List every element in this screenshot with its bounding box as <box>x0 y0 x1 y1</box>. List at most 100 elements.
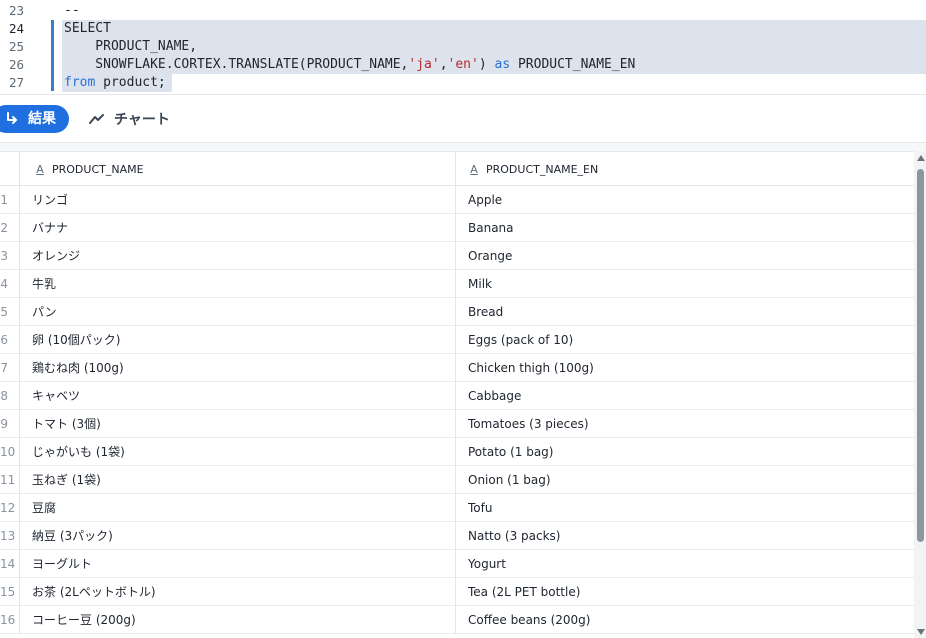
cell-product-name-en[interactable]: Tomatoes (3 pieces) <box>456 410 914 438</box>
cell-product-name-en[interactable]: Natto (3 packs) <box>456 522 914 550</box>
column-header-product-name[interactable]: A PRODUCT_NAME <box>20 152 456 186</box>
table-row[interactable]: 2 バナナ Banana <box>0 214 914 242</box>
cell-product-name[interactable]: パン <box>20 298 456 326</box>
line-number: 26 <box>8 57 24 72</box>
scroll-down-arrow-icon[interactable] <box>917 629 925 635</box>
cell-product-name[interactable]: 牛乳 <box>20 270 456 298</box>
cell-product-name[interactable]: トマト (3個) <box>20 410 456 438</box>
cell-product-name-en[interactable]: Tofu <box>456 494 914 522</box>
row-number-cell: 2 <box>0 214 20 242</box>
code-token: product; <box>95 75 166 90</box>
row-number-cell: 1 <box>0 186 20 214</box>
cell-product-name[interactable]: 豆腐 <box>20 494 456 522</box>
cell-product-name[interactable]: 玉ねぎ (1袋) <box>20 466 456 494</box>
line-number: 24 <box>8 21 24 36</box>
line-chart-icon <box>89 114 104 124</box>
table-row[interactable]: 8 キャベツ Cabbage <box>0 382 914 410</box>
cell-product-name[interactable]: 卵 (10個パック) <box>20 326 456 354</box>
cell-product-name[interactable]: バナナ <box>20 214 456 242</box>
column-header-product-name-en[interactable]: A PRODUCT_NAME_EN <box>456 152 914 186</box>
code-string: 'ja' <box>408 57 440 72</box>
tab-chart-label: チャート <box>114 112 170 128</box>
row-number-cell: 16 <box>0 606 20 634</box>
cell-product-name-en[interactable]: Potato (1 bag) <box>456 438 914 466</box>
table-row[interactable]: 13 納豆 (3パック) Natto (3 packs) <box>0 522 914 550</box>
selection-highlight <box>62 20 926 38</box>
vertical-scrollbar[interactable] <box>914 151 926 638</box>
table-row[interactable]: 15 お茶 (2Lペットボトル) Tea (2L PET bottle) <box>0 578 914 606</box>
line-number: 23 <box>8 3 24 18</box>
code-line[interactable]: 27 from product; <box>0 74 926 92</box>
table-row[interactable]: 1 リンゴ Apple <box>0 186 914 214</box>
table-row[interactable]: 6 卵 (10個パック) Eggs (pack of 10) <box>0 326 914 354</box>
row-number: 6 <box>0 333 8 347</box>
table-row[interactable]: 4 牛乳 Milk <box>0 270 914 298</box>
row-number-cell: 4 <box>0 270 20 298</box>
cell-product-name[interactable]: オレンジ <box>20 242 456 270</box>
row-number: 16 <box>0 613 16 627</box>
code-text: -- <box>64 3 80 18</box>
tab-chart[interactable]: チャート <box>88 105 170 133</box>
code-line[interactable]: 26 SNOWFLAKE.CORTEX.TRANSLATE(PRODUCT_NA… <box>0 56 926 74</box>
row-number: 8 <box>0 389 8 403</box>
cell-product-name[interactable]: リンゴ <box>20 186 456 214</box>
row-number-cell: 3 <box>0 242 20 270</box>
row-number: 9 <box>0 417 8 431</box>
cell-product-name-en[interactable]: Yogurt <box>456 550 914 578</box>
scroll-up-arrow-icon[interactable] <box>917 155 925 161</box>
row-number-cell: 14 <box>0 550 20 578</box>
cell-product-name[interactable]: キャベツ <box>20 382 456 410</box>
tab-results[interactable]: 結果 <box>0 105 69 133</box>
cell-product-name-en[interactable]: Milk <box>456 270 914 298</box>
row-number: 4 <box>0 277 8 291</box>
row-number-cell: 10 <box>0 438 20 466</box>
table-row[interactable]: 3 オレンジ Orange <box>0 242 914 270</box>
code-token: ) <box>478 57 495 72</box>
code-line[interactable]: 24 SELECT <box>0 20 926 38</box>
scrollbar-thumb[interactable] <box>917 169 924 542</box>
table-row[interactable]: 14 ヨーグルト Yogurt <box>0 550 914 578</box>
grid-header-row: A PRODUCT_NAME A PRODUCT_NAME_EN <box>0 152 914 186</box>
row-number-cell: 9 <box>0 410 20 438</box>
result-tabs: 結果 チャート <box>0 95 926 143</box>
code-text: SNOWFLAKE.CORTEX.TRANSLATE(PRODUCT_NAME,… <box>64 56 635 74</box>
table-row[interactable]: 12 豆腐 Tofu <box>0 494 914 522</box>
cell-product-name-en[interactable]: Chicken thigh (100g) <box>456 354 914 382</box>
cell-product-name[interactable]: お茶 (2Lペットボトル) <box>20 578 456 606</box>
sql-editor[interactable]: 23 -- 24 SELECT 25 PRODUCT_NAME, 26 SNOW… <box>0 0 926 94</box>
cell-product-name-en[interactable]: Cabbage <box>456 382 914 410</box>
cell-product-name-en[interactable]: Orange <box>456 242 914 270</box>
cell-product-name-en[interactable]: Tea (2L PET bottle) <box>456 578 914 606</box>
table-row[interactable]: 10 じゃがいも (1袋) Potato (1 bag) <box>0 438 914 466</box>
row-number: 2 <box>0 221 8 235</box>
text-type-icon: A <box>36 162 44 176</box>
line-number: 25 <box>8 39 24 54</box>
row-number: 1 <box>0 193 8 207</box>
cell-product-name-en[interactable]: Bread <box>456 298 914 326</box>
cell-product-name[interactable]: じゃがいも (1袋) <box>20 438 456 466</box>
table-row[interactable]: 5 パン Bread <box>0 298 914 326</box>
row-number-cell: 15 <box>0 578 20 606</box>
cell-product-name-en[interactable]: Banana <box>456 214 914 242</box>
code-text: PRODUCT_NAME, <box>64 39 198 54</box>
row-number: 7 <box>0 361 8 375</box>
row-number-cell: 13 <box>0 522 20 550</box>
cell-product-name-en[interactable]: Apple <box>456 186 914 214</box>
cell-product-name-en[interactable]: Eggs (pack of 10) <box>456 326 914 354</box>
code-text: SELECT <box>64 21 111 36</box>
table-row[interactable]: 11 玉ねぎ (1袋) Onion (1 bag) <box>0 466 914 494</box>
cell-product-name[interactable]: ヨーグルト <box>20 550 456 578</box>
code-token: , <box>439 57 448 72</box>
table-row[interactable]: 7 鶏むね肉 (100g) Chicken thigh (100g) <box>0 354 914 382</box>
cell-product-name[interactable]: 納豆 (3パック) <box>20 522 456 550</box>
row-number-cell: 5 <box>0 298 20 326</box>
table-row[interactable]: 16 コーヒー豆 (200g) Coffee beans (200g) <box>0 606 914 634</box>
cell-product-name-en[interactable]: Onion (1 bag) <box>456 466 914 494</box>
code-line[interactable]: 25 PRODUCT_NAME, <box>0 38 926 56</box>
cell-product-name[interactable]: 鶏むね肉 (100g) <box>20 354 456 382</box>
cell-product-name-en[interactable]: Coffee beans (200g) <box>456 606 914 634</box>
table-row[interactable]: 9 トマト (3個) Tomatoes (3 pieces) <box>0 410 914 438</box>
code-line[interactable]: 23 -- <box>0 2 926 20</box>
cell-product-name[interactable]: コーヒー豆 (200g) <box>20 606 456 634</box>
return-arrow-icon <box>7 112 17 124</box>
